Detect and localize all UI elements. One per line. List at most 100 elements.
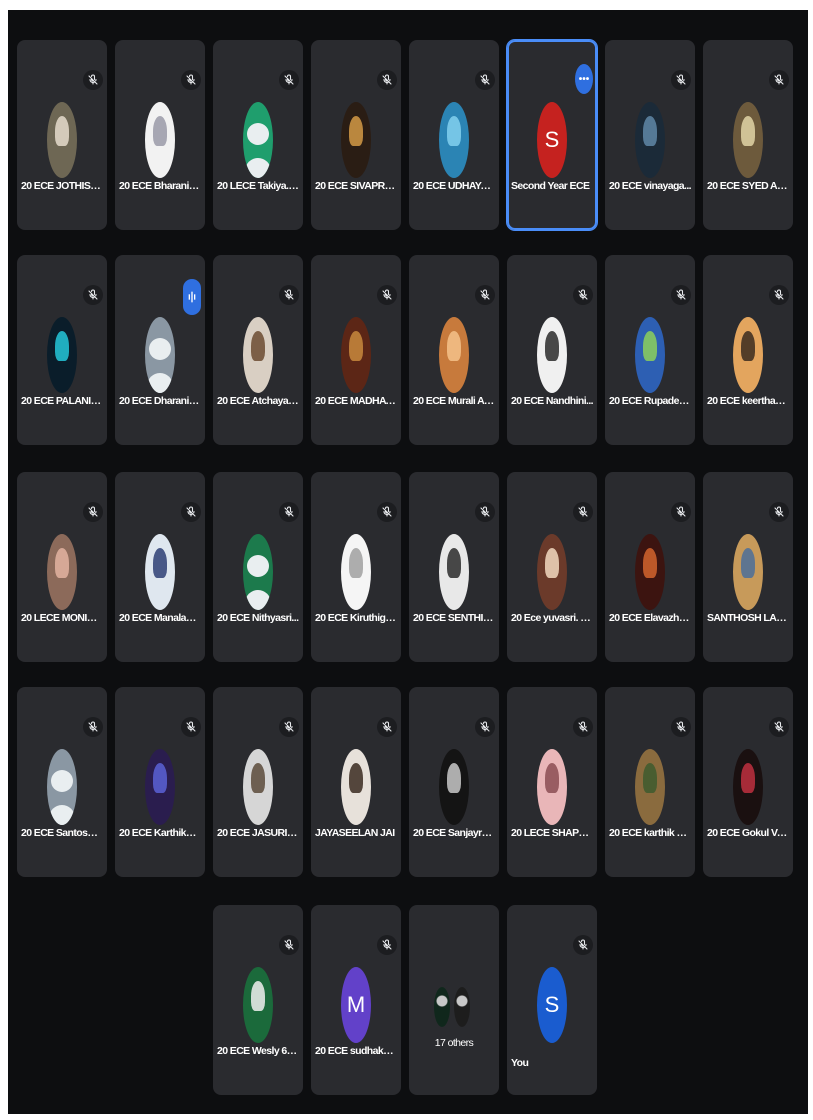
avatar (341, 102, 371, 178)
audio-level-icon (183, 279, 201, 315)
avatar (439, 102, 469, 178)
avatar: S (537, 102, 567, 178)
mic-off-icon (279, 717, 299, 737)
participant-name: 20 ECE Karthikey... (119, 827, 201, 839)
participant-tile[interactable]: 20 ECE JOTHISIVA... (17, 40, 107, 230)
mic-off-icon (279, 285, 299, 305)
participant-tile[interactable]: 20 ECE Rupadevi ... (605, 255, 695, 445)
mic-off-icon (475, 285, 495, 305)
mic-off-icon (573, 502, 593, 522)
avatar (439, 749, 469, 825)
participant-tile[interactable]: M 20 ECE sudhakar ... (311, 905, 401, 1095)
participant-tile[interactable]: 20 ECE Santosh V ... (17, 687, 107, 877)
avatar (341, 534, 371, 610)
mic-off-icon (181, 70, 201, 90)
participant-tile[interactable]: 20 ECE UDHAYAS... (409, 40, 499, 230)
participant-name: 20 LECE Takiya.k ... (217, 180, 299, 192)
participant-name: 20 ECE Sanjayraj ... (413, 827, 495, 839)
mic-off-icon (377, 935, 397, 955)
avatar (243, 967, 273, 1043)
mic-off-icon (769, 70, 789, 90)
participant-tile[interactable]: 20 ECE SIVAPRIYA... (311, 40, 401, 230)
participant-tile[interactable]: 20 ECE Manalaksh... (115, 472, 205, 662)
avatar: S (537, 967, 567, 1043)
default-avatar-icon (243, 102, 273, 178)
participant-name: 20 ECE Gokul Vas... (707, 827, 789, 839)
avatar (733, 102, 763, 178)
participant-tile[interactable]: 20 ECE Nandhini... (507, 255, 597, 445)
avatar (635, 317, 665, 393)
participant-name: 17 others (434, 1037, 474, 1049)
avatar-letter: S (544, 992, 560, 1017)
mic-off-icon (671, 717, 691, 737)
avatar (635, 749, 665, 825)
participant-tile[interactable]: 20 ECE Atchaya K... (213, 255, 303, 445)
participant-name: 20 ECE Nithyasri... (217, 612, 299, 624)
avatar (439, 317, 469, 393)
participant-tile[interactable]: 20 ECE Gokul Vas... (703, 687, 793, 877)
mic-off-icon (475, 717, 495, 737)
participant-tile[interactable]: 20 ECE Murali A 6... (409, 255, 499, 445)
participant-tile[interactable]: 20 ECE SYED ALI... (703, 40, 793, 230)
participant-name: JAYASEELAN JAI (315, 827, 395, 839)
participant-tile[interactable]: 20 ECE Karthikey... (115, 687, 205, 877)
avatar (47, 534, 77, 610)
participant-tile[interactable]: 20 ECE karthik S 6... (605, 687, 695, 877)
avatar (635, 534, 665, 610)
participant-tile[interactable]: 20 ECE Dharani M... (115, 255, 205, 445)
participant-tile[interactable]: 20 ECE Nithyasri... (213, 472, 303, 662)
participant-name: 20 ECE SYED ALI... (707, 180, 789, 192)
participant-tile[interactable]: 17 others (409, 905, 499, 1095)
avatar (243, 749, 273, 825)
avatar (145, 534, 175, 610)
mic-off-icon (573, 285, 593, 305)
participant-tile[interactable]: 20 ECE SENTHILK... (409, 472, 499, 662)
participant-tile[interactable]: S Second Year ECE ••• (507, 40, 597, 230)
avatar (243, 317, 273, 393)
participant-name: 20 ECE Dharani M... (119, 395, 201, 407)
participant-tile[interactable]: JAYASEELAN JAI (311, 687, 401, 877)
participant-name: 20 ECE MADHAVA... (315, 395, 397, 407)
participant-tile[interactable]: 20 LECE SHAPNA ... (507, 687, 597, 877)
participant-name: 20 ECE Bharani N ... (119, 180, 201, 192)
participant-tile[interactable]: 20 ECE vinayaga... (605, 40, 695, 230)
participant-tile[interactable]: S You (507, 905, 597, 1095)
participant-tile[interactable]: 20 LECE Takiya.k ... (213, 40, 303, 230)
mic-off-icon (279, 502, 299, 522)
participant-name: 20 Ece yuvasri. V ... (511, 612, 593, 624)
participant-tile[interactable]: 20 ECE Wesly 6045 (213, 905, 303, 1095)
mic-off-icon (83, 502, 103, 522)
mic-off-icon (377, 70, 397, 90)
participant-tile[interactable]: 20 ECE Sanjayraj ... (409, 687, 499, 877)
participant-tile[interactable]: 20 Ece yuvasri. V ... (507, 472, 597, 662)
default-avatar-icon (243, 534, 273, 610)
participant-tile[interactable]: 20 LECE MONISH ... (17, 472, 107, 662)
participant-tile[interactable]: 20 ECE JASURIYA... (213, 687, 303, 877)
participant-tile[interactable]: 20 ECE Elavazhag... (605, 472, 695, 662)
participant-tile[interactable]: SANTHOSH LAKS... (703, 472, 793, 662)
mic-off-icon (769, 502, 789, 522)
participant-tile[interactable]: 20 ECE keerthana... (703, 255, 793, 445)
more-options-icon[interactable]: ••• (575, 64, 593, 94)
participant-tile[interactable]: 20 ECE PALANIVE... (17, 255, 107, 445)
mic-off-icon (377, 717, 397, 737)
participant-name: 20 ECE JOTHISIVA... (21, 180, 103, 192)
participant-tile[interactable]: 20 ECE Bharani N ... (115, 40, 205, 230)
participant-name: 20 ECE Kiruthiga ... (315, 612, 397, 624)
participant-name: 20 ECE Elavazhag... (609, 612, 691, 624)
participant-name: 20 ECE SIVAPRIYA... (315, 180, 397, 192)
mic-off-icon (573, 717, 593, 737)
avatar (145, 749, 175, 825)
mic-off-icon (671, 285, 691, 305)
avatar (47, 102, 77, 178)
participant-name: 20 ECE PALANIVE... (21, 395, 103, 407)
participant-name: 20 LECE MONISH ... (21, 612, 103, 624)
participant-name: 20 ECE UDHAYAS... (413, 180, 495, 192)
participant-tile[interactable]: 20 ECE MADHAVA... (311, 255, 401, 445)
participant-tile[interactable]: 20 ECE Kiruthiga ... (311, 472, 401, 662)
participant-name: 20 ECE SENTHILK... (413, 612, 495, 624)
participant-name: 20 ECE keerthana... (707, 395, 789, 407)
participant-name: You (511, 1057, 529, 1069)
avatar (537, 749, 567, 825)
mic-off-icon (769, 717, 789, 737)
